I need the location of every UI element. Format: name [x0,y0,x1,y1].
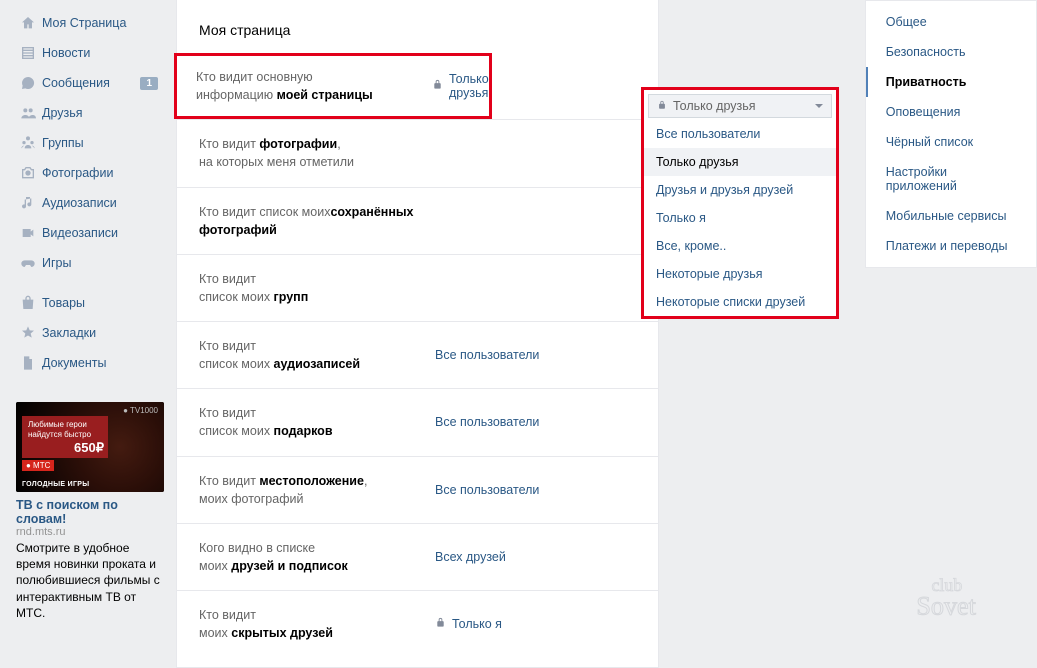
nav-item-video[interactable]: Видеозаписи [16,218,164,248]
groups-icon [20,134,42,152]
privacy-label: Кто видит фотографии,на которых меня отм… [199,135,435,171]
privacy-label: Кто видит список моихсохранённых фотогра… [199,203,435,239]
settings-tab-5[interactable]: Настройки приложений [866,157,1036,201]
privacy-row: Кто видит основнуюинформацию моей страни… [174,53,492,119]
settings-tab-4[interactable]: Чёрный список [866,127,1036,157]
page-title: Моя страница [177,0,658,56]
privacy-value[interactable] [435,203,658,239]
chevron-down-icon [815,104,823,108]
nav-label: Сообщения [42,76,110,90]
privacy-value[interactable]: Всех друзей [435,539,658,575]
nav-item-msg[interactable]: Сообщения 1 [16,68,164,98]
friends-icon [20,104,42,122]
ad-title[interactable]: ТВ с поиском по словам! [16,498,164,526]
privacy-value[interactable]: Все пользователи [435,337,658,373]
privacy-value[interactable] [435,270,658,306]
dropdown-option[interactable]: Только друзья [644,148,836,176]
nav-badge: 1 [140,77,158,90]
settings-tabs: ОбщееБезопасностьПриватностьОповещенияЧё… [865,0,1037,268]
privacy-row: Кто видитсписок моих аудиозаписей Все по… [177,321,658,388]
privacy-value[interactable]: Все пользователи [435,404,658,440]
privacy-dropdown[interactable]: Только друзья Все пользователиТолько дру… [641,87,839,319]
nav-label: Друзья [42,106,83,120]
dropdown-option[interactable]: Некоторые списки друзей [644,288,836,316]
video-icon [20,224,42,242]
privacy-label: Кто видит местоположение,моих фотографий [199,472,435,508]
nav-item-news[interactable]: Новости [16,38,164,68]
ad-badge: ● TV1000 [123,406,158,415]
nav-label: Аудиозаписи [42,196,117,210]
lock-icon [657,99,667,113]
dropdown-option[interactable]: Только я [644,204,836,232]
privacy-row: Кто видит местоположение,моих фотографий… [177,456,658,523]
nav-item-market[interactable]: Товары [16,288,164,318]
ad-mts: ● МТС [22,460,54,471]
nav-item-groups[interactable]: Группы [16,128,164,158]
dropdown-selected[interactable]: Только друзья [648,94,832,118]
msg-icon [20,74,42,92]
lock-icon [432,79,443,93]
games-icon [20,254,42,272]
privacy-row: Кто видит список моихсохранённых фотогра… [177,187,658,254]
market-icon [20,294,42,312]
privacy-label: Кто видитсписок моих подарков [199,404,435,440]
settings-tab-1[interactable]: Безопасность [866,37,1036,67]
privacy-value[interactable]: Все пользователи [435,472,658,508]
left-nav: Моя Страница Новости Сообщения 1 Друзья … [16,0,164,668]
photos-icon [20,164,42,182]
nav-item-home[interactable]: Моя Страница [16,8,164,38]
privacy-value[interactable]: Только друзья [432,68,489,104]
ad-block[interactable]: ● TV1000 Любимые героинайдутся быстро 65… [16,402,164,621]
ad-image[interactable]: ● TV1000 Любимые героинайдутся быстро 65… [16,402,164,492]
nav-label: Товары [42,296,85,310]
privacy-value[interactable] [435,135,658,171]
settings-tab-3[interactable]: Оповещения [866,97,1036,127]
privacy-row: Кто видит фотографии,на которых меня отм… [177,119,658,186]
nav-item-fav[interactable]: Закладки [16,318,164,348]
settings-tab-2[interactable]: Приватность [866,67,1036,97]
privacy-label: Кого видно в спискемоих друзей и подписо… [199,539,435,575]
lock-icon [435,617,446,631]
privacy-row: Кого видно в спискемоих друзей и подписо… [177,523,658,590]
settings-tab-7[interactable]: Платежи и переводы [866,231,1036,261]
privacy-label: Кто видитсписок моих групп [199,270,435,306]
privacy-label: Кто видитсписок моих аудиозаписей [199,337,435,373]
nav-label: Игры [42,256,71,270]
nav-item-games[interactable]: Игры [16,248,164,278]
nav-item-audio[interactable]: Аудиозаписи [16,188,164,218]
settings-tab-0[interactable]: Общее [866,7,1036,37]
nav-item-friends[interactable]: Друзья [16,98,164,128]
nav-label: Видеозаписи [42,226,118,240]
nav-label: Моя Страница [42,16,126,30]
fav-icon [20,324,42,342]
nav-item-docs[interactable]: Документы [16,348,164,378]
dropdown-option[interactable]: Некоторые друзья [644,260,836,288]
audio-icon [20,194,42,212]
ad-text: Смотрите в удобное время новинки проката… [16,540,164,621]
privacy-row: Кто видитсписок моих подарков Все пользо… [177,388,658,455]
privacy-label: Кто видит основнуюинформацию моей страни… [196,68,432,104]
nav-label: Новости [42,46,90,60]
privacy-row: Кто видитмоих скрытых друзей Только я [177,590,658,657]
ad-red-block: Любимые героинайдутся быстро 650₽ [22,416,108,458]
dropdown-option[interactable]: Все пользователи [644,120,836,148]
nav-label: Закладки [42,326,96,340]
watermark: clubSovet [915,569,1025,627]
ad-host: rnd.mts.ru [16,526,164,538]
nav-label: Фотографии [42,166,113,180]
home-icon [20,14,42,32]
settings-tab-6[interactable]: Мобильные сервисы [866,201,1036,231]
news-icon [20,44,42,62]
dropdown-option[interactable]: Все, кроме.. [644,232,836,260]
nav-label: Документы [42,356,106,370]
docs-icon [20,354,42,372]
privacy-row: Кто видитсписок моих групп [177,254,658,321]
svg-text:Sovet: Sovet [916,591,976,620]
nav-label: Группы [42,136,84,150]
settings-panel: Моя страница Кто видит основнуюинформаци… [176,0,659,668]
nav-item-photos[interactable]: Фотографии [16,158,164,188]
dropdown-option[interactable]: Друзья и друзья друзей [644,176,836,204]
